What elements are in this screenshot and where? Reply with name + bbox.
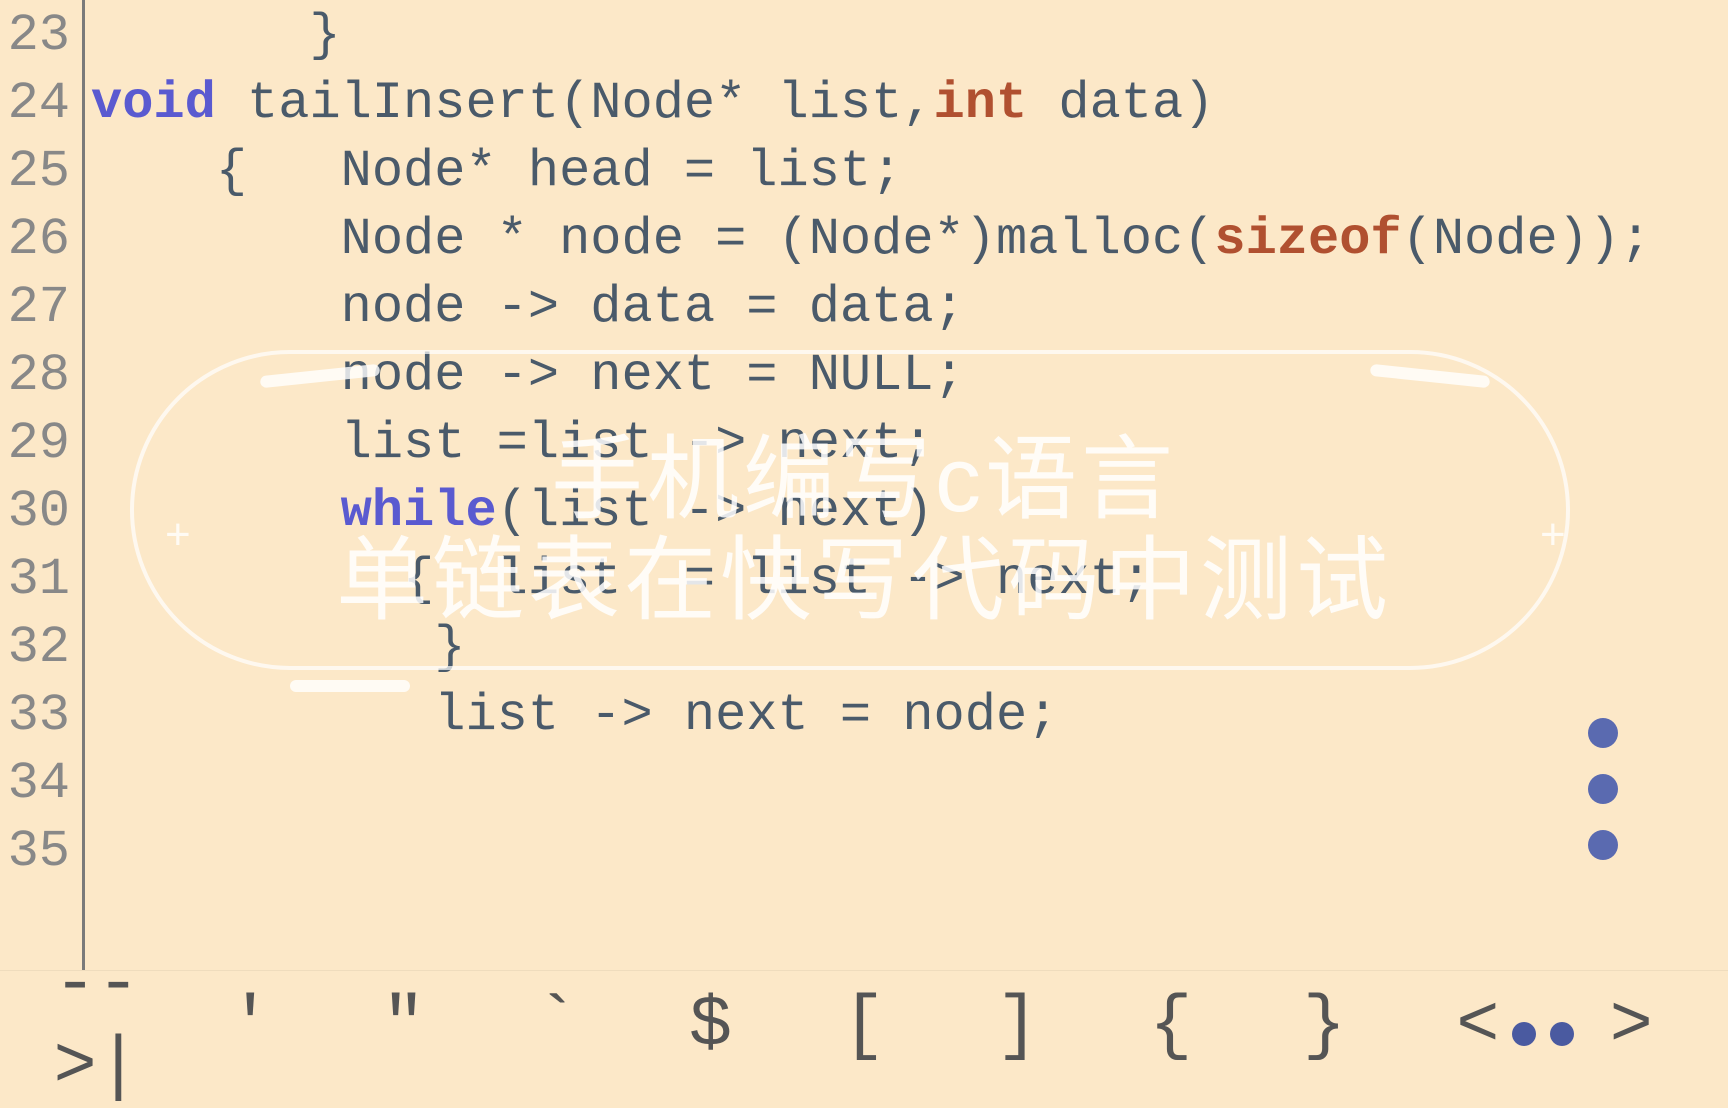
- eye-icon: [1512, 1022, 1536, 1046]
- mascot-icon: [1508, 1022, 1578, 1072]
- code-content[interactable]: } void tailInsert(Node* list,int data) {…: [85, 0, 1728, 970]
- code-line[interactable]: void tailInsert(Node* list,int data): [91, 70, 1728, 138]
- backtick-key[interactable]: `: [480, 985, 633, 1067]
- line-number: 33: [0, 682, 82, 750]
- code-line[interactable]: while(list -> next): [91, 478, 1728, 546]
- close-brace-key[interactable]: }: [1248, 985, 1401, 1067]
- line-number: 26: [0, 206, 82, 274]
- open-brace-key[interactable]: {: [1094, 985, 1247, 1067]
- line-number: 34: [0, 750, 82, 818]
- code-line[interactable]: { list = list -> next;: [91, 546, 1728, 614]
- line-number-gutter: 23 24 25 26 27 28 29 30 31 32 33 34 35: [0, 0, 85, 970]
- line-number: 29: [0, 410, 82, 478]
- line-number: 32: [0, 614, 82, 682]
- more-menu-icon[interactable]: [1588, 718, 1618, 860]
- tab-key[interactable]: -->|: [20, 944, 173, 1108]
- line-number: 24: [0, 70, 82, 138]
- dot-icon: [1588, 774, 1618, 804]
- line-number: 25: [0, 138, 82, 206]
- line-number: 23: [0, 2, 82, 70]
- code-line[interactable]: list -> next = node;: [91, 682, 1728, 750]
- code-text: [91, 482, 341, 541]
- keyword: int: [934, 74, 1028, 133]
- eye-icon: [1550, 1022, 1574, 1046]
- open-bracket-key[interactable]: [: [787, 985, 940, 1067]
- code-editor: 23 24 25 26 27 28 29 30 31 32 33 34 35 }…: [0, 0, 1728, 1080]
- code-text: data): [1027, 74, 1214, 133]
- line-number: 31: [0, 546, 82, 614]
- overlay-decoration: [290, 680, 410, 692]
- code-line[interactable]: { Node* head = list;: [91, 138, 1728, 206]
- keyword: void: [91, 74, 216, 133]
- code-line[interactable]: }: [91, 2, 1728, 70]
- dot-icon: [1588, 830, 1618, 860]
- line-number: 30: [0, 478, 82, 546]
- code-line[interactable]: }: [91, 614, 1728, 682]
- plus-icon: +: [1540, 510, 1566, 560]
- double-quote-key[interactable]: ": [327, 985, 480, 1067]
- symbol-toolbar: -->| ' " ` $ [ ] { } < >: [0, 970, 1728, 1080]
- code-text: Node * node = (Node*)malloc(: [91, 210, 1214, 269]
- code-text: tailInsert(Node* list,: [216, 74, 934, 133]
- plus-icon: +: [165, 510, 191, 560]
- keyword: while: [341, 482, 497, 541]
- single-quote-key[interactable]: ': [173, 985, 326, 1067]
- line-number: 35: [0, 818, 82, 886]
- code-area[interactable]: 23 24 25 26 27 28 29 30 31 32 33 34 35 }…: [0, 0, 1728, 970]
- code-line[interactable]: list =list -> next;: [91, 410, 1728, 478]
- code-text: (Node));: [1402, 210, 1652, 269]
- line-number: 27: [0, 274, 82, 342]
- code-line[interactable]: node -> data = data;: [91, 274, 1728, 342]
- close-bracket-key[interactable]: ]: [941, 985, 1094, 1067]
- line-number: 28: [0, 342, 82, 410]
- code-line[interactable]: Node * node = (Node*)malloc(sizeof(Node)…: [91, 206, 1728, 274]
- code-text: (list -> next): [497, 482, 934, 541]
- dollar-key[interactable]: $: [634, 985, 787, 1067]
- dot-icon: [1588, 718, 1618, 748]
- keyword: sizeof: [1214, 210, 1401, 269]
